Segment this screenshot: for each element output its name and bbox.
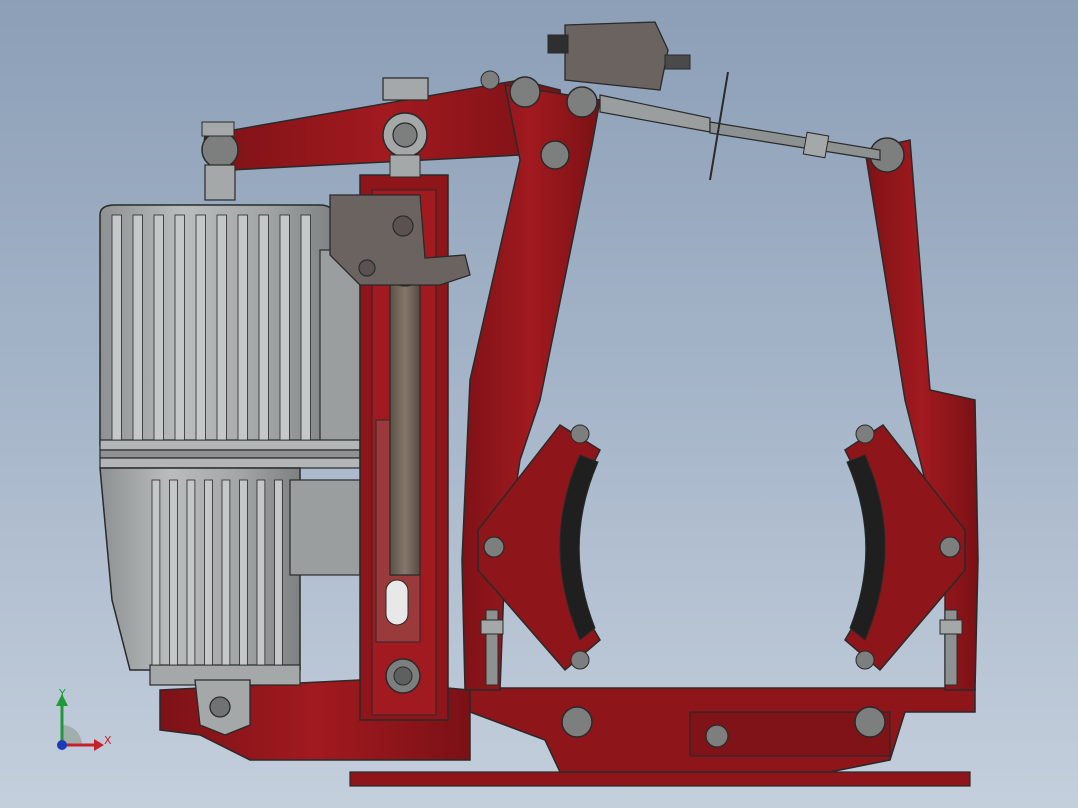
cooling-fin (279, 214, 290, 441)
y-axis-label: Y (58, 687, 66, 700)
cooling-fin (111, 214, 122, 441)
cooling-fin (256, 479, 266, 666)
cooling-fin (274, 479, 283, 666)
cooling-fin (151, 479, 161, 666)
push-rod[interactable] (386, 249, 424, 576)
x-axis-arrowhead (94, 739, 104, 751)
cooling-fin (132, 214, 143, 441)
cooling-fin (169, 479, 178, 666)
cooling-fin (216, 214, 227, 441)
cooling-fin (174, 214, 185, 441)
cooling-fin (195, 214, 206, 441)
release-lever-block[interactable] (329, 194, 471, 286)
coordinate-triad: Y X (56, 687, 112, 751)
cad-viewport[interactable]: Y X (0, 0, 1078, 808)
cooling-fin (221, 479, 231, 666)
cooling-fin (300, 214, 311, 441)
cooling-fin (153, 214, 164, 441)
cooling-fin (237, 214, 248, 441)
motor-mount-foot[interactable] (194, 679, 251, 736)
brake-assembly-model[interactable]: Y X (0, 0, 1078, 808)
cooling-fin (258, 214, 269, 441)
z-axis-origin (57, 740, 67, 750)
cooling-fin (186, 479, 196, 666)
cooling-fin (239, 479, 248, 666)
cooling-fin (204, 479, 213, 666)
x-axis-label: X (104, 734, 112, 747)
limit-switch-box[interactable] (547, 21, 691, 91)
